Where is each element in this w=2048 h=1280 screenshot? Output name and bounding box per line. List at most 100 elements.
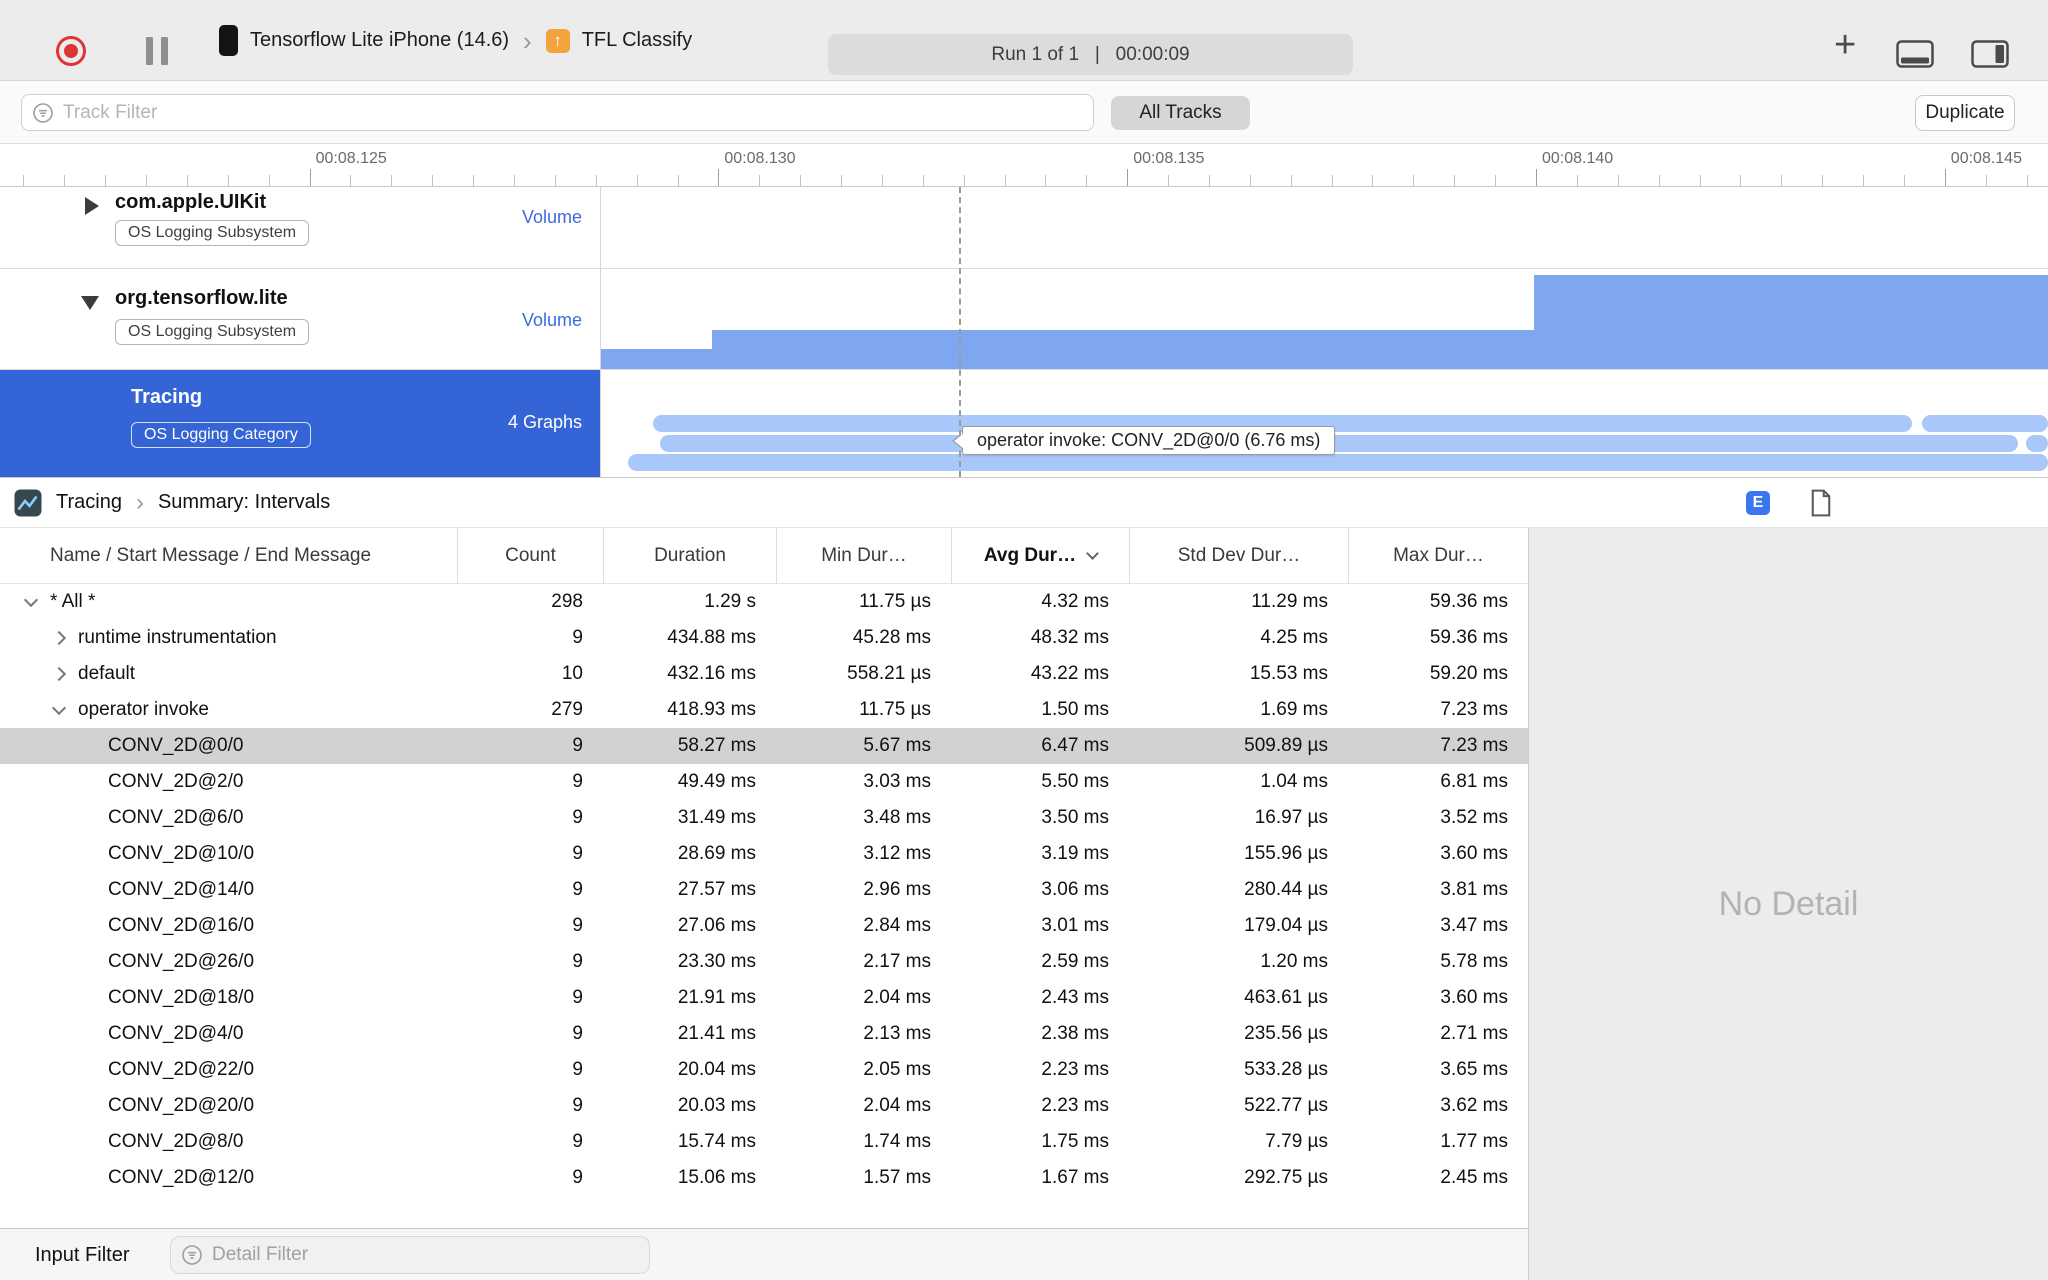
table-row[interactable]: runtime instrumentation 9 434.88 ms 45.28 m…: [0, 620, 1528, 656]
table-row[interactable]: CONV_2D@18/0 9 21.91 ms 2.04 ms 2.43 ms 463.6…: [0, 980, 1528, 1016]
ruler-minor-tick: [595, 175, 597, 186]
table-row[interactable]: * All * 298 1.29 s 11.75 µs 4.32 ms 11.29 ms 5…: [0, 584, 1528, 620]
interval-name: CONV_2D@22/0: [108, 1059, 255, 1080]
cell-avg: 4.32 ms: [1041, 591, 1109, 612]
cell-count: 9: [572, 951, 583, 972]
table-row[interactable]: CONV_2D@2/0 9 49.49 ms 3.03 ms 5.50 ms 1.04 m…: [0, 764, 1528, 800]
timeline-ruler[interactable]: 00:08.125 00:08.130 00:08.135 00:08.140 00:0…: [0, 144, 2048, 187]
disclosure-expanded-icon[interactable]: [81, 296, 99, 310]
table-row[interactable]: CONV_2D@0/0 9 58.27 ms 5.67 ms 6.47 ms 509.89…: [0, 728, 1528, 764]
ruler-minor-tick: [1045, 175, 1047, 186]
track-header-tracing[interactable]: Tracing OS Logging Category 4 Graphs: [0, 370, 601, 477]
track-row-tensorflow[interactable]: org.tensorflow.lite OS Logging Subsystem…: [0, 269, 2048, 370]
ruler-major-tick: [718, 169, 720, 186]
cell-name: CONV_2D@20/0: [0, 1095, 457, 1117]
cell-avg: 2.59 ms: [1041, 951, 1109, 972]
cell-duration: 432.16 ms: [667, 663, 756, 684]
record-button[interactable]: [56, 36, 86, 66]
interval-capsule[interactable]: [628, 454, 2048, 471]
interval-name: * All *: [50, 591, 96, 612]
disclosure-collapsed-icon[interactable]: [51, 666, 67, 682]
detail-filter-input[interactable]: [212, 1244, 649, 1266]
cell-min: 2.84 ms: [863, 915, 931, 936]
table-row[interactable]: CONV_2D@26/0 9 23.30 ms 2.17 ms 2.59 ms 1.20 …: [0, 944, 1528, 980]
breadcrumb-root[interactable]: Tracing: [56, 491, 122, 514]
tracing-track-lane[interactable]: [601, 370, 2048, 477]
column-header-min[interactable]: Min Dur…: [776, 528, 951, 584]
table-row[interactable]: CONV_2D@8/0 9 15.74 ms 1.74 ms 1.75 ms 7.79 µ…: [0, 1124, 1528, 1160]
add-instrument-button[interactable]: +: [1834, 24, 1856, 67]
interval-name: CONV_2D@0/0: [108, 735, 244, 756]
column-header-avg[interactable]: Avg Dur…: [951, 528, 1129, 584]
disclosure-expanded-icon[interactable]: [51, 700, 67, 715]
ruler-major-tick: [1944, 169, 1946, 186]
cell-std: 280.44 µs: [1244, 879, 1328, 900]
interval-name: CONV_2D@26/0: [108, 951, 255, 972]
column-header-count[interactable]: Count: [457, 528, 603, 584]
cell-max: 3.60 ms: [1440, 987, 1508, 1008]
cell-min: 11.75 µs: [859, 699, 931, 720]
cell-count: 10: [561, 663, 583, 684]
table-row[interactable]: CONV_2D@4/0 9 21.41 ms 2.13 ms 2.38 ms 235.56…: [0, 1016, 1528, 1052]
track-row-tracing[interactable]: Tracing OS Logging Category 4 Graphs: [0, 370, 2048, 477]
column-header-stddev[interactable]: Std Dev Dur…: [1129, 528, 1348, 584]
track-row-uikit[interactable]: com.apple.UIKit OS Logging Subsystem Vol…: [0, 187, 2048, 269]
tensorflow-track-lane[interactable]: [601, 269, 2048, 369]
table-row[interactable]: CONV_2D@6/0 9 31.49 ms 3.48 ms 3.50 ms 16.97 …: [0, 800, 1528, 836]
track-filter-input[interactable]: [63, 101, 1093, 124]
column-header-max[interactable]: Max Dur…: [1348, 528, 1528, 584]
table-row[interactable]: CONV_2D@16/0 9 27.06 ms 2.84 ms 3.01 ms 179.0…: [0, 908, 1528, 944]
interval-capsule[interactable]: [2026, 435, 2048, 452]
cell-min: 3.48 ms: [863, 807, 931, 828]
interval-capsule[interactable]: [660, 435, 2018, 452]
cell-std: 15.53 ms: [1249, 663, 1328, 684]
ruler-minor-tick: [1863, 175, 1865, 186]
app-icon: ↑: [545, 28, 570, 53]
cell-avg: 3.01 ms: [1041, 915, 1109, 936]
pause-button[interactable]: [146, 37, 168, 65]
ruler-minor-tick: [105, 175, 107, 186]
ruler-minor-tick: [1699, 175, 1701, 186]
table-row[interactable]: CONV_2D@12/0 9 15.06 ms 1.57 ms 1.67 ms 292.7…: [0, 1160, 1528, 1196]
input-filter-label: Input Filter: [35, 1243, 130, 1266]
ruler-minor-tick: [1208, 175, 1210, 186]
ruler-minor-tick: [350, 175, 352, 186]
table-row[interactable]: CONV_2D@20/0 9 20.03 ms 2.04 ms 2.23 ms 522.7…: [0, 1088, 1528, 1124]
cell-avg: 3.19 ms: [1041, 843, 1109, 864]
toggle-bottom-panel-button[interactable]: [1896, 40, 1934, 73]
cell-max: 3.62 ms: [1440, 1095, 1508, 1116]
detail-filter-field[interactable]: [170, 1236, 650, 1274]
ruler-minor-tick: [2026, 175, 2028, 186]
table-row[interactable]: CONV_2D@10/0 9 28.69 ms 3.12 ms 3.19 ms 155.9…: [0, 836, 1528, 872]
toggle-right-panel-button[interactable]: [1971, 40, 2009, 73]
duplicate-button[interactable]: Duplicate: [1915, 95, 2015, 131]
cell-std: 292.75 µs: [1244, 1167, 1328, 1188]
column-header-name[interactable]: Name / Start Message / End Message: [0, 528, 457, 584]
interval-name: CONV_2D@4/0: [108, 1023, 244, 1044]
disclosure-expanded-icon[interactable]: [23, 592, 39, 607]
table-row[interactable]: operator invoke 279 418.93 ms 11.75 µs 1.50 …: [0, 692, 1528, 728]
uikit-track-lane[interactable]: [601, 187, 2048, 268]
track-header-uikit[interactable]: com.apple.UIKit OS Logging Subsystem Vol…: [0, 187, 601, 268]
ruler-minor-tick: [186, 175, 188, 186]
document-icon[interactable]: [1810, 489, 1832, 522]
cell-avg: 2.23 ms: [1041, 1095, 1109, 1116]
track-title: org.tensorflow.lite: [115, 287, 288, 309]
track-header-tensorflow[interactable]: org.tensorflow.lite OS Logging Subsystem…: [0, 269, 601, 369]
breadcrumb-current[interactable]: Summary: Intervals: [158, 491, 330, 514]
all-tracks-button[interactable]: All Tracks: [1111, 96, 1250, 130]
table-row[interactable]: default 10 432.16 ms 558.21 µs 43.22 ms 15.53…: [0, 656, 1528, 692]
disclosure-collapsed-icon[interactable]: [85, 197, 99, 215]
disclosure-collapsed-icon[interactable]: [51, 630, 67, 646]
table-row[interactable]: CONV_2D@14/0 9 27.57 ms 2.96 ms 3.06 ms 280.4…: [0, 872, 1528, 908]
filter-icon: [182, 1245, 202, 1265]
cell-std: 235.56 µs: [1244, 1023, 1328, 1044]
column-header-duration[interactable]: Duration: [603, 528, 776, 584]
ruler-minor-tick: [1290, 175, 1292, 186]
device-app-picker[interactable]: Tensorflow Lite iPhone (14.6) › ↑ TFL Cl…: [219, 0, 692, 81]
extended-detail-button[interactable]: E: [1746, 491, 1770, 515]
cell-name: CONV_2D@6/0: [0, 807, 457, 829]
table-row[interactable]: CONV_2D@22/0 9 20.04 ms 2.05 ms 2.23 ms 533.2…: [0, 1052, 1528, 1088]
interval-capsule[interactable]: [1922, 415, 2048, 432]
track-filter-field[interactable]: [21, 94, 1094, 131]
